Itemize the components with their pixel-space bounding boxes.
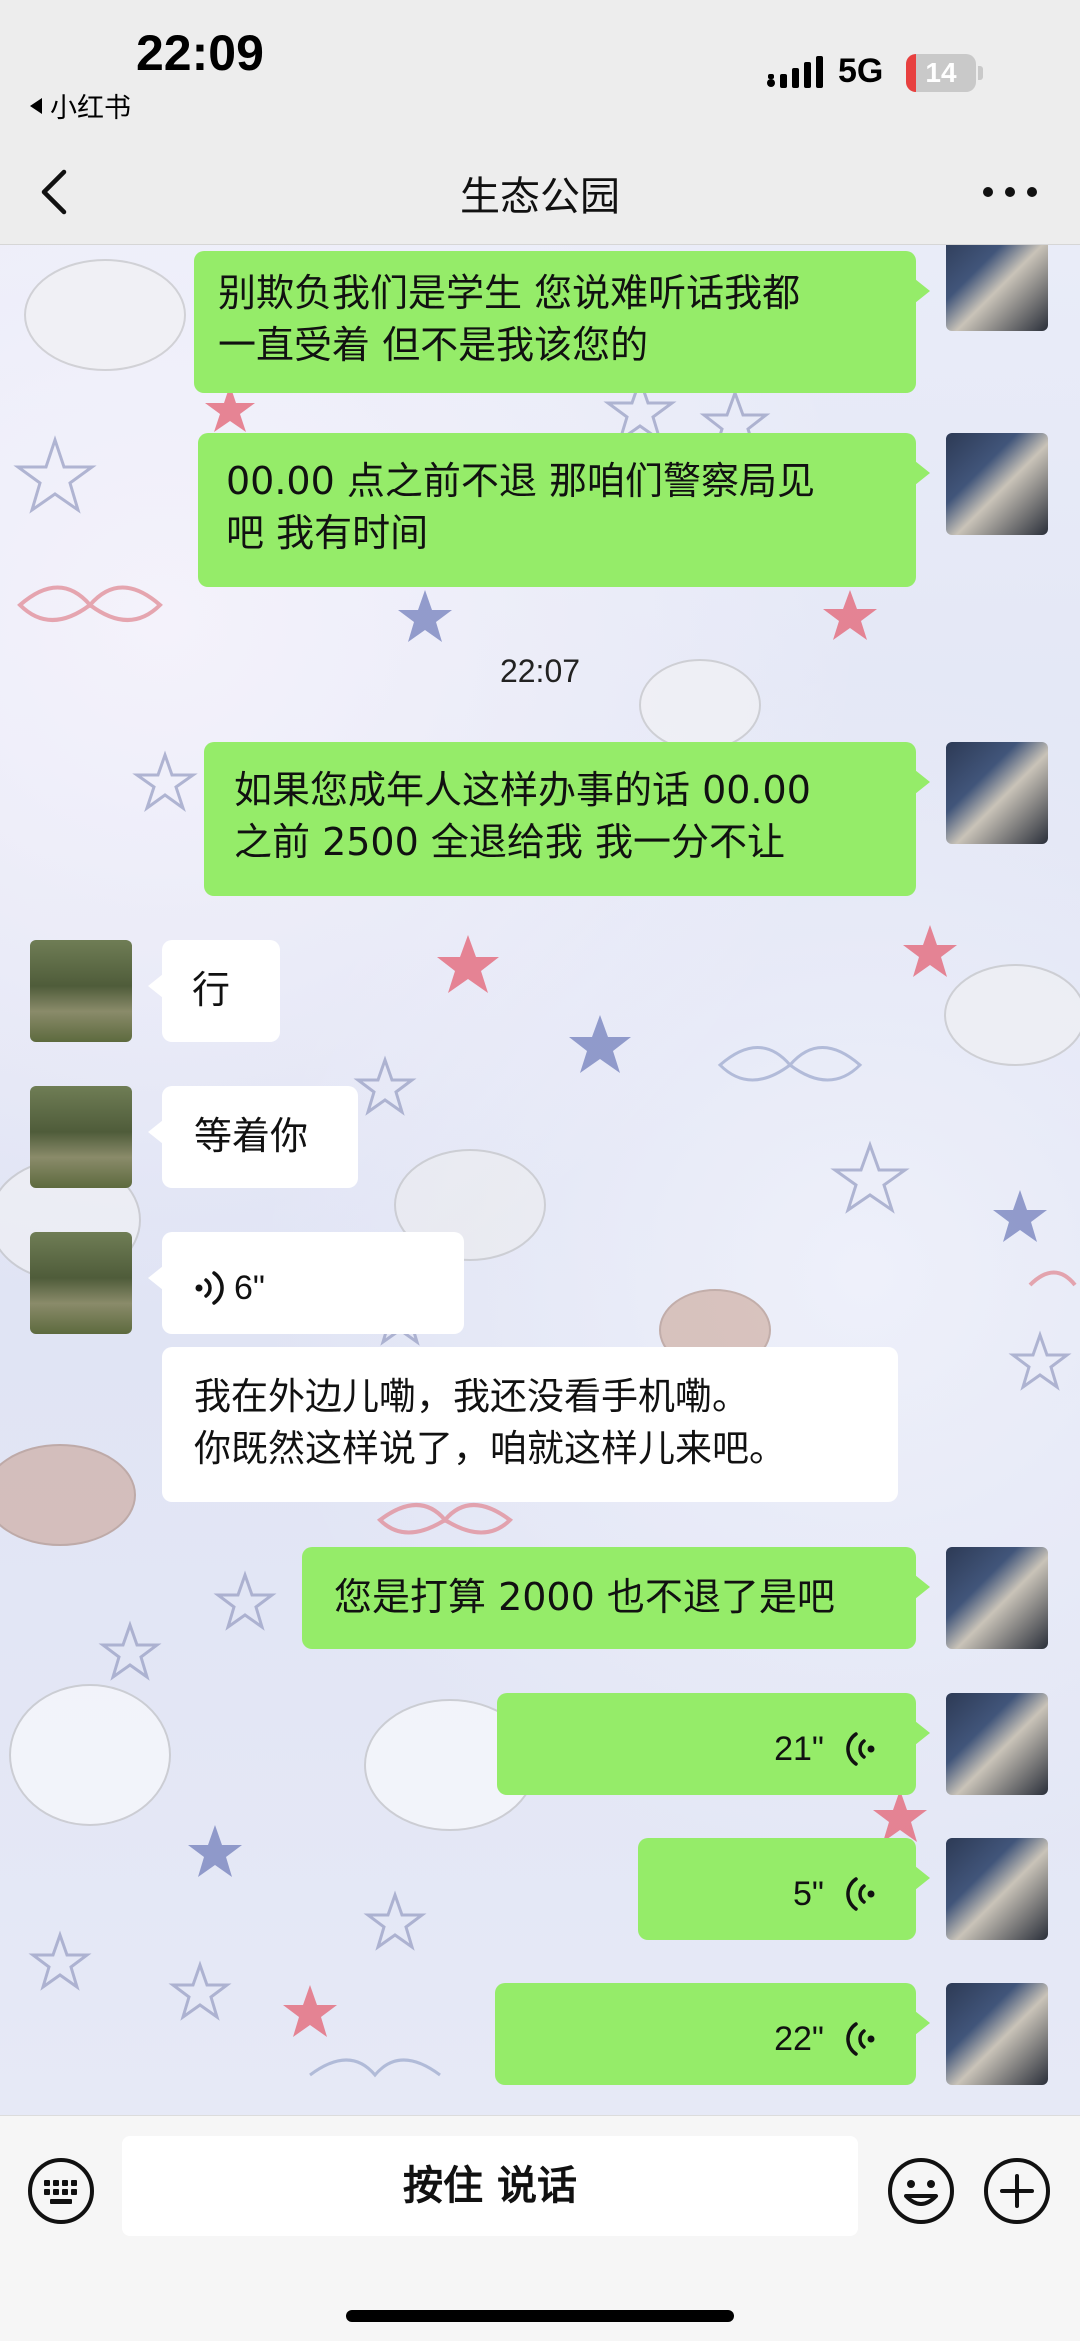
sent-message-bubble[interactable]: 如果您成年人这样办事的话 00.00 之前 2500 全退给我 我一分不让 <box>204 742 930 896</box>
my-avatar[interactable] <box>946 245 1048 331</box>
message-line: 之前 2500 全退给我 我一分不让 <box>234 820 785 864</box>
status-bar: 22:09 小红书 5G 14 <box>0 0 1080 140</box>
message-line: 行 <box>192 968 231 1012</box>
voice-transcript-bubble[interactable]: 我在外边儿嘞，我还没看手机嘞。 你既然这样说了，咱就这样儿来吧。 <box>162 1347 898 1502</box>
chat-area[interactable]: 别欺负我们是学生 您说难听话我都 一直受着 但不是我该您的 00.00 点之前不… <box>0 245 1080 2115</box>
contact-avatar[interactable] <box>30 1232 132 1334</box>
chat-title: 生态公园 <box>460 174 620 220</box>
received-message-bubble[interactable]: 等着你 <box>148 1086 358 1188</box>
voice-duration: 5" <box>793 1875 824 1913</box>
status-time: 22:09 <box>136 25 264 81</box>
voice-row: 5" <box>793 1868 876 1920</box>
contact-avatar[interactable] <box>30 940 132 1042</box>
my-avatar[interactable] <box>946 433 1048 535</box>
my-avatar[interactable] <box>946 1838 1048 1940</box>
home-indicator <box>346 2310 734 2322</box>
chat-screen: 22:09 小红书 5G 14 生态公园 别欺负我们是学生 您说难听话我都 一直… <box>0 0 1080 2341</box>
voice-row: 6" <box>194 1262 265 1314</box>
my-avatar[interactable] <box>946 1693 1048 1795</box>
voice-wave-icon <box>846 2022 875 2056</box>
back-app-label: 小红书 <box>50 93 131 124</box>
sent-voice-bubble[interactable]: 21" <box>497 1693 930 1795</box>
sent-message-bubble[interactable]: 别欺负我们是学生 您说难听话我都 一直受着 但不是我该您的 <box>194 251 930 393</box>
sent-voice-bubble[interactable]: 5" <box>638 1838 930 1940</box>
message-line: 您是打算 2000 也不退了是吧 <box>334 1575 835 1619</box>
nav-bar: 生态公园 <box>0 140 1080 245</box>
voice-wave-icon <box>846 1877 875 1911</box>
battery-nub <box>978 66 983 80</box>
hold-to-talk-button[interactable]: 按住 说话 <box>122 2136 858 2236</box>
plus-icon[interactable] <box>982 2156 1052 2226</box>
transcript-line: 你既然这样说了，咱就这样儿来吧。 <box>194 1427 786 1470</box>
back-triangle-icon <box>30 97 42 114</box>
my-avatar[interactable] <box>946 742 1048 844</box>
voice-duration: 6" <box>234 1269 265 1307</box>
voice-duration: 21" <box>774 1730 824 1768</box>
signal-icon <box>767 56 823 88</box>
more-options-icon[interactable] <box>980 184 1040 200</box>
contact-avatar[interactable] <box>30 1086 132 1188</box>
input-bar: 按住 说话 <box>0 2115 1080 2341</box>
sent-voice-bubble[interactable]: 22" <box>495 1983 930 2085</box>
message-line: 等着你 <box>194 1114 309 1158</box>
received-message-bubble[interactable]: 行 <box>148 940 280 1042</box>
message-line: 吧 我有时间 <box>226 511 429 555</box>
sent-message-bubble[interactable]: 您是打算 2000 也不退了是吧 <box>302 1547 930 1649</box>
emoji-icon[interactable] <box>886 2156 956 2226</box>
voice-row: 22" <box>774 2013 876 2065</box>
back-to-app-link[interactable]: 小红书 <box>30 86 131 125</box>
transcript-line: 我在外边儿嘞，我还没看手机嘞。 <box>194 1375 749 1418</box>
battery-icon: 14 <box>906 54 976 92</box>
sent-message-bubble[interactable]: 00.00 点之前不退 那咱们警察局见 吧 我有时间 <box>198 433 930 587</box>
received-voice-bubble[interactable]: 6" <box>148 1232 464 1334</box>
message-line: 如果您成年人这样办事的话 00.00 <box>234 768 811 812</box>
message-line: 00.00 点之前不退 那咱们警察局见 <box>226 459 815 503</box>
message-line: 别欺负我们是学生 您说难听话我都 <box>218 271 801 315</box>
my-avatar[interactable] <box>946 1983 1048 2085</box>
battery-level: 14 <box>925 57 957 88</box>
network-type: 5G <box>838 52 884 90</box>
voice-row: 21" <box>774 1723 876 1775</box>
voice-duration: 22" <box>774 2020 824 2058</box>
voice-wave-icon <box>846 1732 875 1766</box>
message-line: 一直受着 但不是我该您的 <box>218 323 649 367</box>
message-timestamp: 22:07 <box>499 653 581 689</box>
my-avatar[interactable] <box>946 1547 1048 1649</box>
keyboard-icon[interactable] <box>26 2156 96 2226</box>
voice-wave-icon <box>195 1271 224 1305</box>
